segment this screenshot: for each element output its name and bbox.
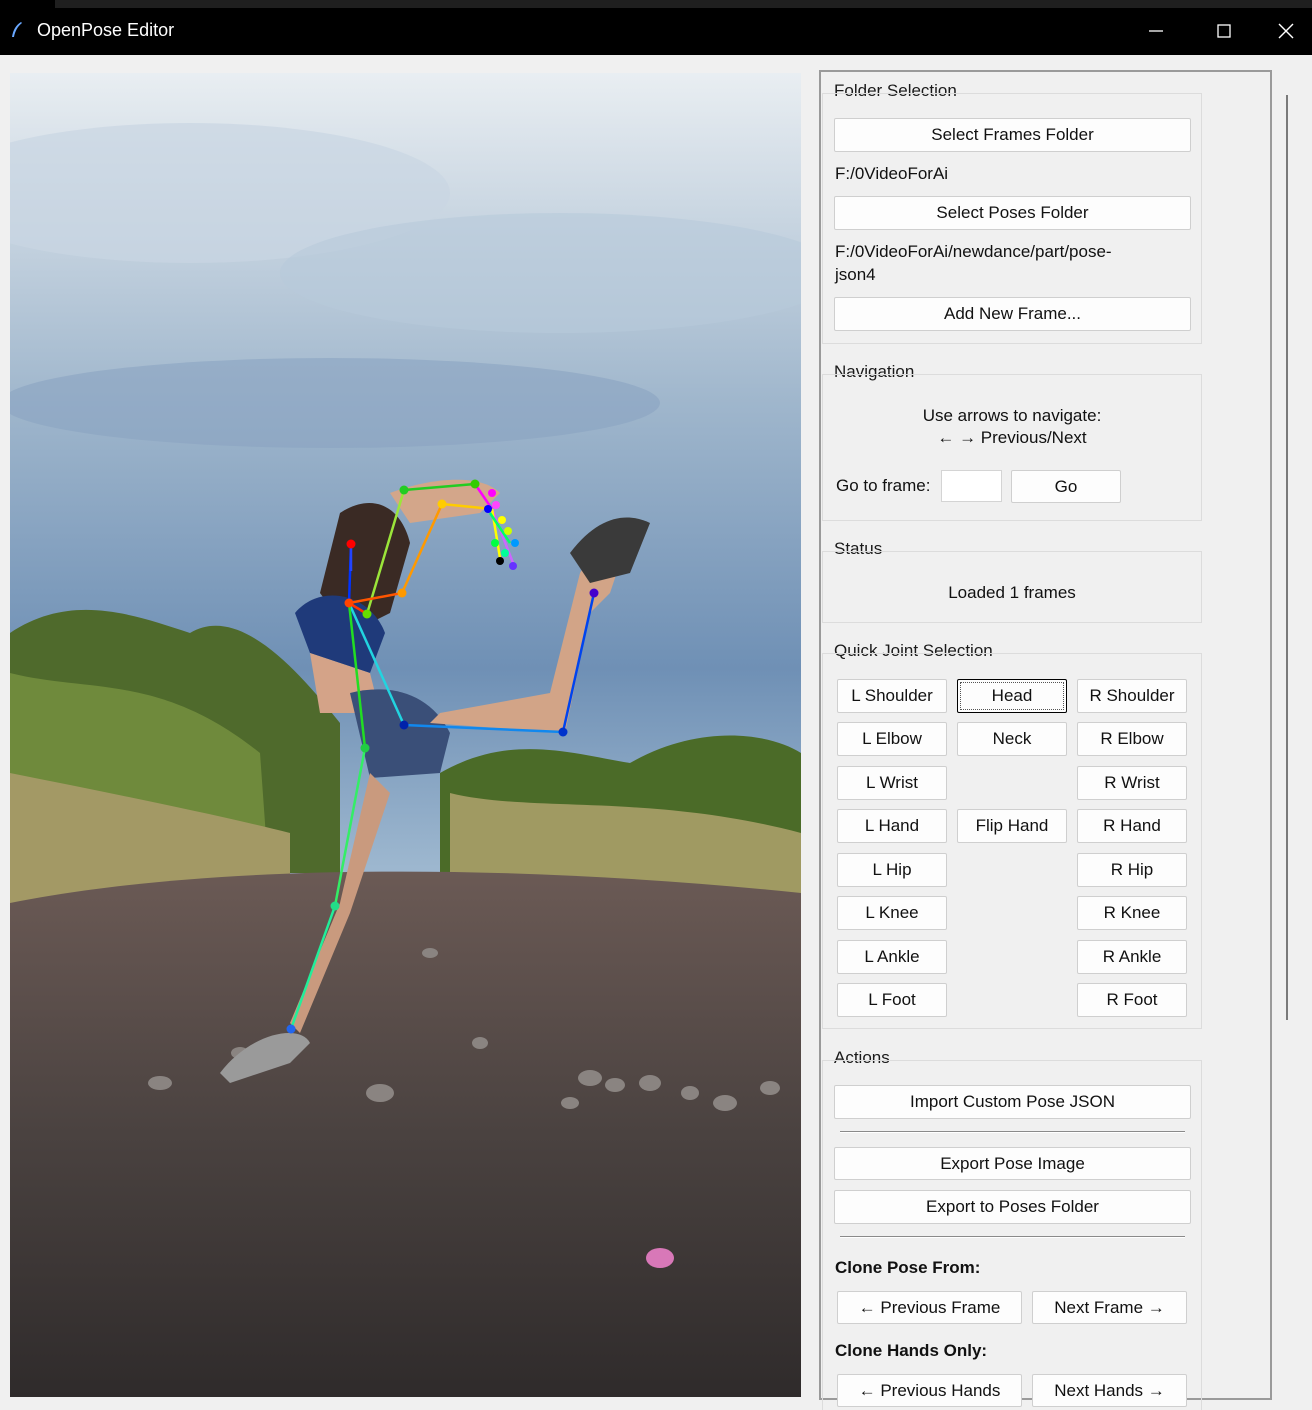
import-pose-json-button[interactable]: Import Custom Pose JSON <box>834 1085 1191 1119</box>
previous-frame-button[interactable]: ← Previous Frame <box>837 1291 1022 1324</box>
panel-scrollbar[interactable] <box>1283 95 1291 1020</box>
l-shoulder-button[interactable]: L Shoulder <box>837 679 947 713</box>
clone-pose-heading: Clone Pose From: <box>835 1258 981 1277</box>
navigation-hint-line1: Use arrows to navigate: <box>922 406 1102 425</box>
maximize-icon[interactable] <box>1204 14 1244 48</box>
frames-path-label: F:/0VideoForAi <box>835 164 949 183</box>
head-button[interactable]: Head <box>957 679 1067 713</box>
r-wrist-button[interactable]: R Wrist <box>1077 766 1187 800</box>
l-elbow-button[interactable]: L Elbow <box>837 722 947 756</box>
pose-image <box>10 73 801 1397</box>
poses-path-line2: json4 <box>835 265 876 284</box>
select-poses-folder-button[interactable]: Select Poses Folder <box>834 196 1191 230</box>
l-ankle-button[interactable]: L Ankle <box>837 940 947 974</box>
actions-separator-1 <box>840 1131 1185 1133</box>
r-shoulder-button[interactable]: R Shoulder <box>1077 679 1187 713</box>
title-bar-strip <box>55 0 1312 8</box>
window-title: OpenPose Editor <box>37 20 175 40</box>
actions-separator-2 <box>840 1236 1185 1238</box>
flip-hand-button[interactable]: Flip Hand <box>957 809 1067 843</box>
r-knee-button[interactable]: R Knee <box>1077 896 1187 930</box>
close-icon[interactable] <box>1266 14 1306 48</box>
go-button[interactable]: Go <box>1011 470 1121 503</box>
title-bar: OpenPose Editor <box>0 0 1312 55</box>
r-elbow-button[interactable]: R Elbow <box>1077 722 1187 756</box>
navigation-hint-line2: ← → Previous/Next <box>937 428 1087 447</box>
minimize-icon[interactable] <box>1136 14 1176 48</box>
scrollbar-thumb[interactable] <box>1286 95 1288 1020</box>
r-hip-button[interactable]: R Hip <box>1077 853 1187 887</box>
l-foot-button[interactable]: L Foot <box>837 983 947 1017</box>
next-hands-button[interactable]: Next Hands → <box>1032 1374 1187 1407</box>
add-new-frame-button[interactable]: Add New Frame... <box>834 297 1191 331</box>
l-hand-button[interactable]: L Hand <box>837 809 947 843</box>
export-to-poses-folder-button[interactable]: Export to Poses Folder <box>834 1190 1191 1224</box>
r-foot-button[interactable]: R Foot <box>1077 983 1187 1017</box>
goto-frame-label: Go to frame: <box>836 476 931 495</box>
select-frames-folder-button[interactable]: Select Frames Folder <box>834 118 1191 152</box>
goto-frame-input[interactable] <box>941 470 1002 502</box>
l-hip-button[interactable]: L Hip <box>837 853 947 887</box>
status-message: Loaded 1 frames <box>948 583 1076 602</box>
clone-hands-heading: Clone Hands Only: <box>835 1341 988 1360</box>
r-hand-button[interactable]: R Hand <box>1077 809 1187 843</box>
previous-hands-button[interactable]: ← Previous Hands <box>837 1374 1022 1407</box>
next-frame-button[interactable]: Next Frame → <box>1032 1291 1187 1324</box>
export-pose-image-button[interactable]: Export Pose Image <box>834 1147 1191 1180</box>
poses-path-line1: F:/0VideoForAi/newdance/part/pose- <box>835 242 1112 261</box>
l-knee-button[interactable]: L Knee <box>837 896 947 930</box>
r-ankle-button[interactable]: R Ankle <box>1077 940 1187 974</box>
neck-button[interactable]: Neck <box>957 722 1067 756</box>
l-wrist-button[interactable]: L Wrist <box>837 766 947 800</box>
feather-icon <box>12 22 22 37</box>
pose-canvas[interactable] <box>10 73 801 1397</box>
